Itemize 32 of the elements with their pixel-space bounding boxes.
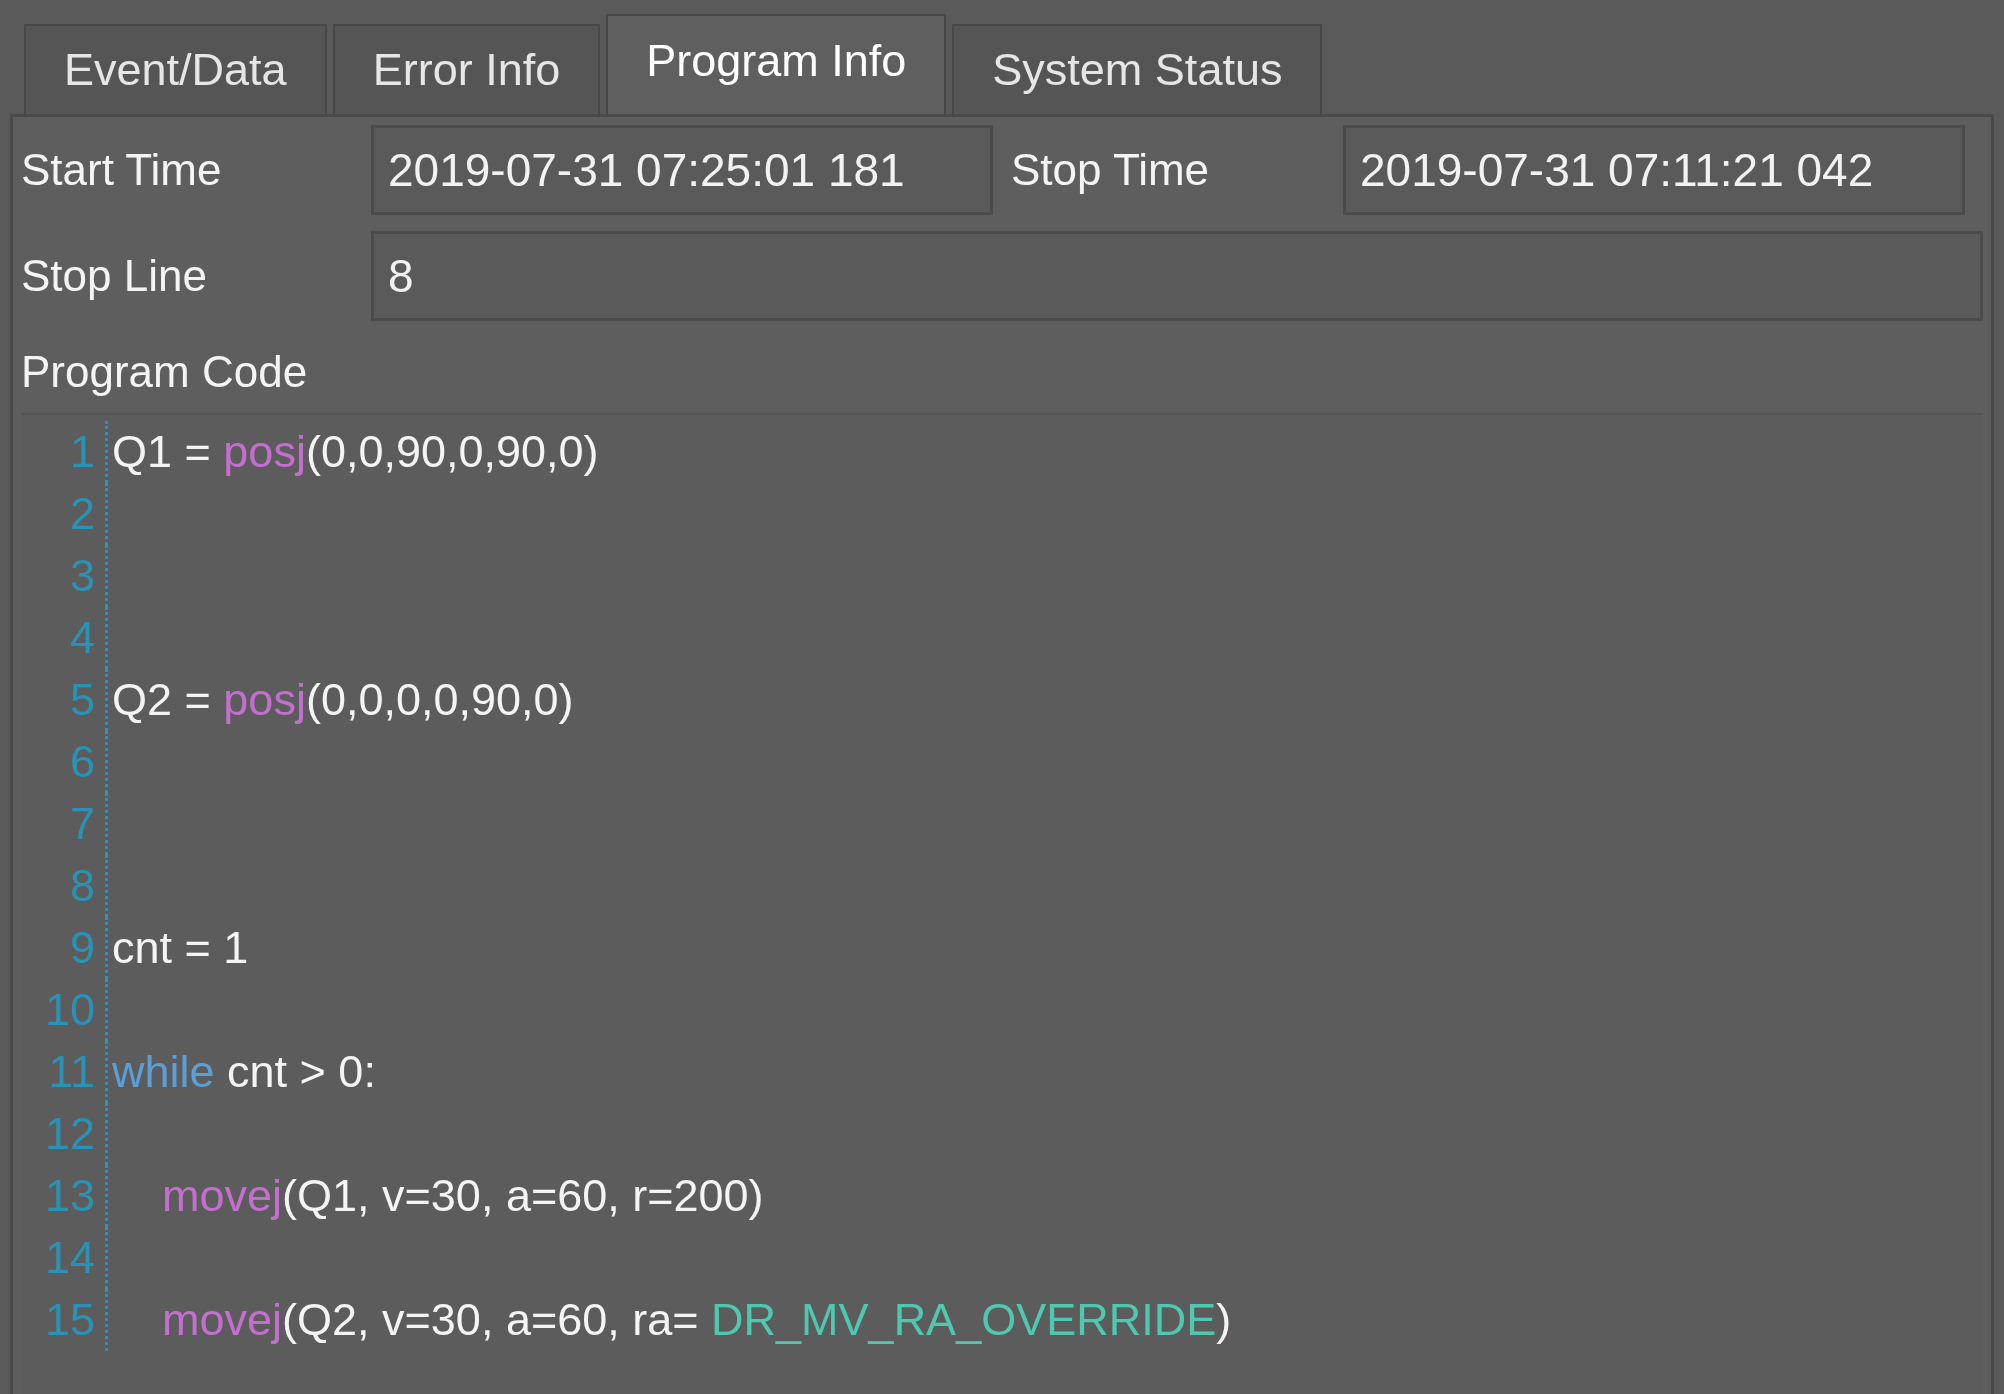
line-number: 1	[68, 426, 95, 478]
line-number: 8	[68, 860, 95, 912]
line-number: 15	[43, 1294, 95, 1346]
code-line: Q2 = posj(0,0,0,0,90,0)	[111, 674, 574, 726]
section-label: Program Code	[21, 347, 309, 397]
line-number: 11	[47, 1046, 95, 1098]
line-number: 7	[68, 798, 95, 850]
line-number: 4	[68, 612, 95, 664]
line-number: 3	[68, 550, 95, 602]
code-line: Q1 = posj(0,0,90,0,90,0)	[111, 426, 599, 478]
tab[interactable]: Program Info	[606, 14, 947, 114]
tab[interactable]: Error Info	[332, 24, 601, 114]
line-number: 14	[43, 1232, 95, 1284]
line-number: 13	[43, 1170, 95, 1222]
line-number: 6	[68, 736, 95, 788]
line-number: 12	[43, 1108, 95, 1160]
field-label: Stop Time	[1010, 145, 1211, 195]
field-label: Start Time	[21, 145, 223, 195]
line-number: 10	[43, 984, 95, 1036]
tab[interactable]: System Status	[952, 24, 1323, 114]
code-line: while cnt > 0:	[111, 1046, 376, 1098]
stop-line-field[interactable]: 8	[371, 231, 1983, 321]
line-number: 5	[68, 674, 95, 726]
stop-time-field[interactable]: 2019-07-31 07:11:21 042	[1343, 125, 1965, 215]
code-line: movej(Q2, v=30, a=60, ra= DR_MV_RA_OVERRIDE)	[161, 1294, 1232, 1346]
code-line: cnt = 1	[111, 922, 249, 974]
line-number: 9	[68, 922, 95, 974]
start-time-field[interactable]: 2019-07-31 07:25:01 181	[371, 125, 993, 215]
line-number: 2	[68, 488, 95, 540]
field-label: Stop Line	[21, 251, 208, 301]
tab[interactable]: Event/Data	[24, 24, 327, 114]
code-line: movej(Q1, v=30, a=60, r=200)	[161, 1170, 764, 1222]
